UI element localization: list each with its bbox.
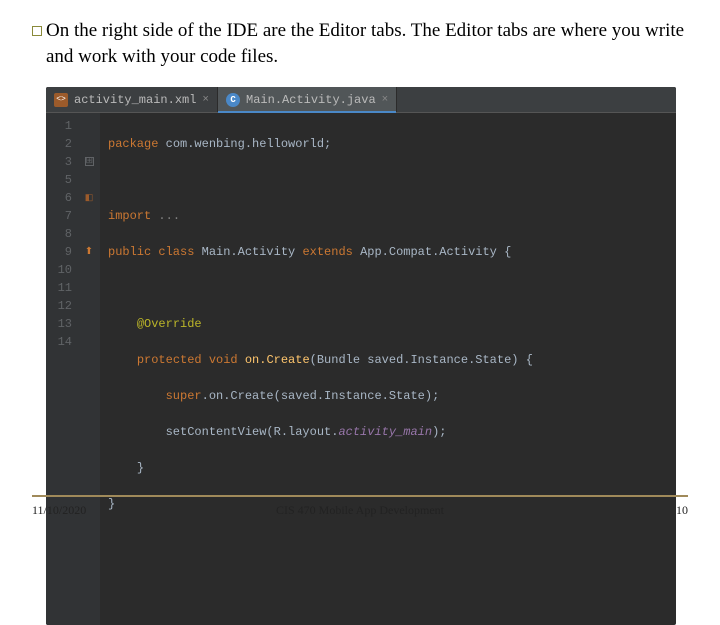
gutter-icons: ⊞ ◧ ⬆ (78, 113, 100, 625)
code-editor[interactable]: 1 2 3 5 6 7 8 9 10 11 12 13 14 ⊞ ◧ (46, 113, 676, 625)
editor-tabs: <> activity_main.xml × C Main.Activity.j… (46, 87, 676, 113)
slide-footer: 11/10/2020 CIS 470 Mobile App Developmen… (32, 495, 688, 518)
call: .on.Create(saved.Instance.State); (202, 389, 440, 403)
keyword: public class (108, 245, 202, 259)
close-icon[interactable]: × (202, 94, 209, 106)
line-number-gutter: 1 2 3 5 6 7 8 9 10 11 12 13 14 (46, 113, 78, 625)
code-area[interactable]: package com.wenbing.helloworld; import .… (100, 113, 676, 625)
line-number: 3 (50, 153, 72, 171)
folded-region[interactable]: ... (151, 209, 180, 223)
keyword: extends (295, 245, 360, 259)
footer-course: CIS 470 Mobile App Development (276, 503, 444, 518)
resource-field: activity_main (338, 425, 432, 439)
brace: { (497, 245, 511, 259)
line-number: 9 (50, 243, 72, 261)
line-number: 1 (50, 117, 72, 135)
ide-editor-screenshot: <> activity_main.xml × C Main.Activity.j… (46, 87, 676, 625)
line-number: 11 (50, 279, 72, 297)
accent-square (32, 26, 42, 36)
method-name: on.Create (245, 353, 310, 367)
footer-page-number: 10 (676, 503, 688, 518)
xml-link-icon[interactable]: ◧ (85, 193, 94, 203)
brace: } (137, 461, 144, 475)
tab-main-activity-java[interactable]: C Main.Activity.java × (218, 87, 397, 112)
line-number: 6 (50, 189, 72, 207)
annotation: @Override (137, 317, 202, 331)
tab-activity-main-xml[interactable]: <> activity_main.xml × (46, 87, 218, 112)
keyword: protected void (137, 353, 245, 367)
keyword: super (166, 389, 202, 403)
line-number: 14 (50, 333, 72, 351)
override-up-icon[interactable]: ⬆ (85, 247, 93, 258)
tab-label: Main.Activity.java (246, 93, 376, 107)
line-number: 2 (50, 135, 72, 153)
call: ); (432, 425, 446, 439)
slide-body-text: On the right side of the IDE are the Edi… (46, 18, 688, 69)
line-number: 12 (50, 297, 72, 315)
keyword: import (108, 209, 151, 223)
close-icon[interactable]: × (382, 94, 389, 106)
keyword: package (108, 137, 158, 151)
signature: (Bundle saved.Instance.State) { (310, 353, 533, 367)
line-number: 13 (50, 315, 72, 333)
line-number: 5 (50, 171, 72, 189)
expand-fold-icon[interactable]: ⊞ (85, 157, 94, 166)
line-number: 10 (50, 261, 72, 279)
superclass-name: App.Compat.Activity (360, 245, 497, 259)
line-number: 7 (50, 207, 72, 225)
java-class-icon: C (226, 93, 240, 107)
footer-date: 11/10/2020 (32, 503, 86, 518)
line-number: 8 (50, 225, 72, 243)
package-name: com.wenbing.helloworld; (158, 137, 331, 151)
call: setContentView(R.layout. (166, 425, 339, 439)
tab-label: activity_main.xml (74, 93, 196, 107)
class-name: Main.Activity (202, 245, 296, 259)
xml-file-icon: <> (54, 93, 68, 107)
